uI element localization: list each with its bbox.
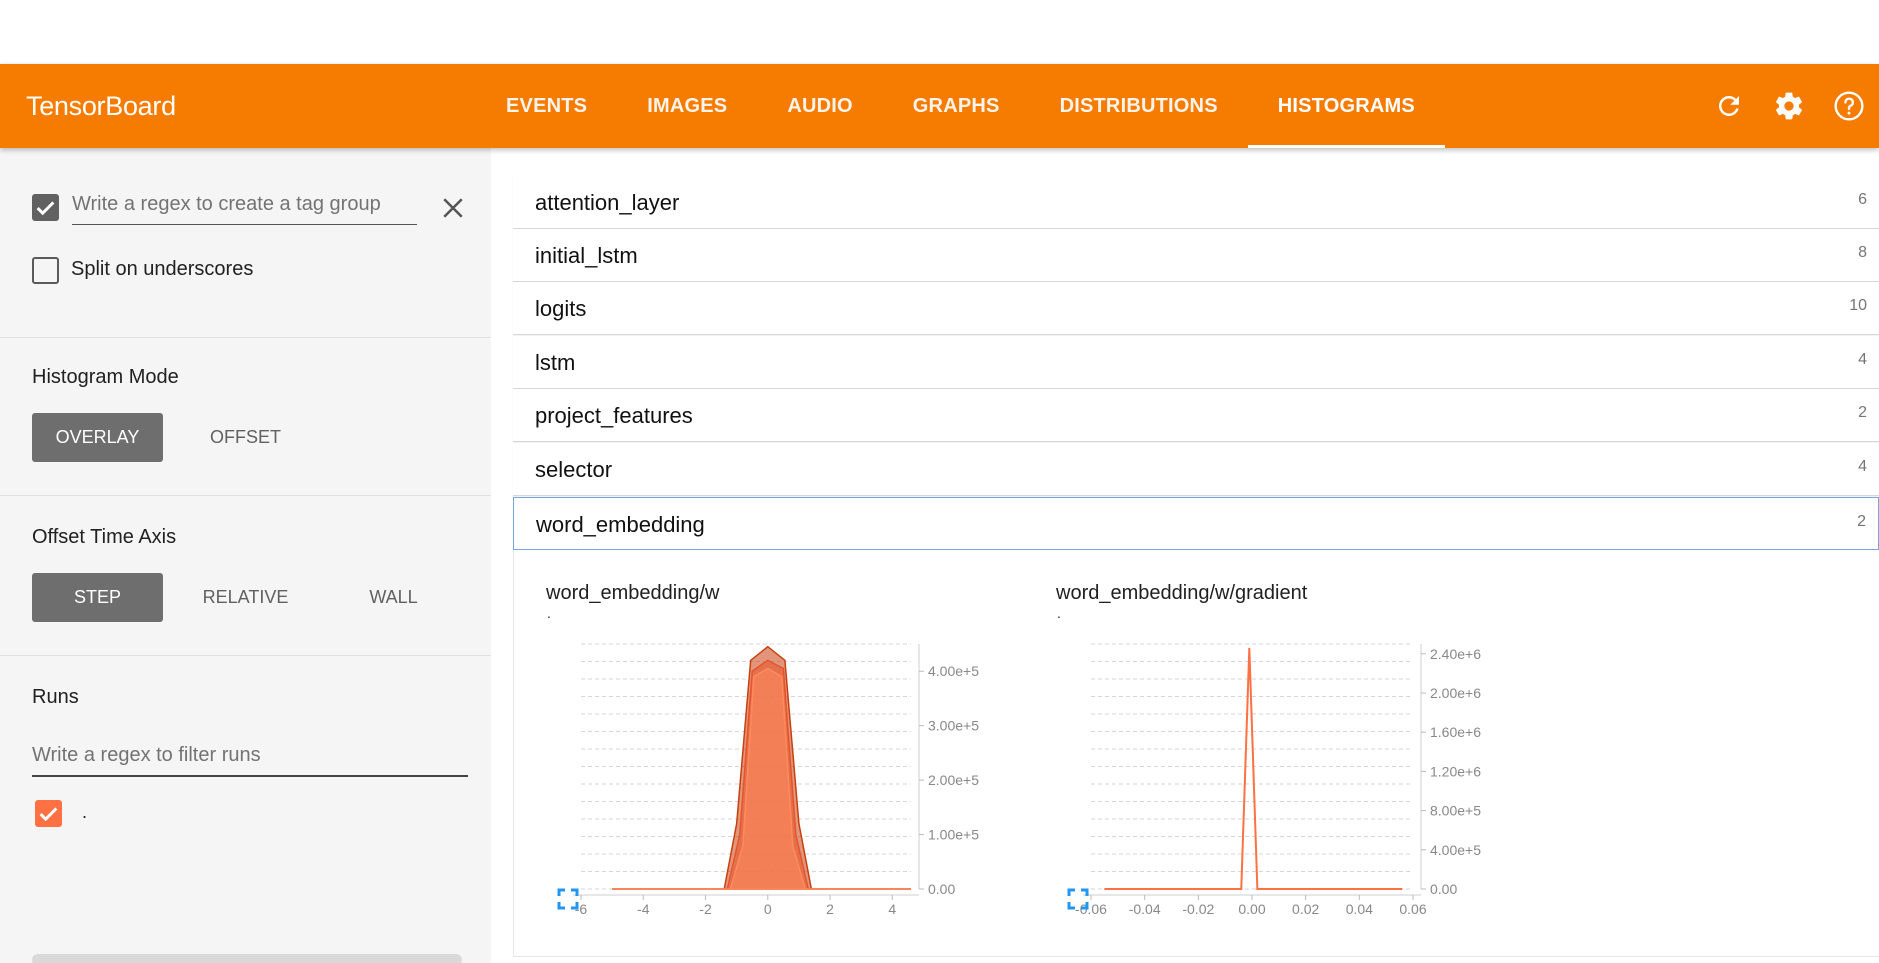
refresh-icon[interactable] <box>1699 64 1759 148</box>
relative-button[interactable]: RELATIVE <box>180 573 311 622</box>
x-tick-label: -0.02 <box>1182 901 1214 917</box>
tag-regex-input[interactable]: Write a regex to create a tag group <box>72 193 417 225</box>
category-lstm[interactable]: lstm 4 <box>513 336 1879 389</box>
tab-events[interactable]: EVENTS <box>476 64 617 148</box>
category-name: attention_layer <box>535 190 680 215</box>
offset-time-axis-section: Offset Time Axis STEP RELATIVE WALL <box>0 496 491 656</box>
check-icon <box>39 807 58 822</box>
sidebar-scrollbar[interactable] <box>32 954 462 963</box>
run-name: . <box>82 802 88 822</box>
tab-audio[interactable]: AUDIO <box>757 64 882 148</box>
tab-images[interactable]: IMAGES <box>617 64 757 148</box>
tag-regex-checkbox[interactable] <box>32 194 59 221</box>
y-tick-label: 4.00e+5 <box>1430 842 1481 858</box>
category-count: 6 <box>1858 191 1867 208</box>
expand-icon[interactable] <box>1067 888 1089 910</box>
sidebar: Write a regex to create a tag group Spli… <box>0 148 491 963</box>
category-count: 10 <box>1849 297 1867 314</box>
overlay-button[interactable]: OVERLAY <box>32 413 163 462</box>
y-tick-label: 1.20e+6 <box>1430 763 1481 779</box>
category-count: 2 <box>1858 404 1867 421</box>
category-count: 4 <box>1858 458 1867 475</box>
toolbar-actions <box>1699 64 1879 148</box>
offset-time-axis-label: Offset Time Axis <box>32 526 177 548</box>
run-checkbox[interactable] <box>35 800 62 827</box>
runs-label: Runs <box>32 686 79 708</box>
x-tick-label: 0.00 <box>1238 901 1265 917</box>
y-tick-label: 2.40e+6 <box>1430 646 1481 662</box>
category-name: selector <box>535 457 613 482</box>
runs-section: Runs Write a regex to filter runs . <box>0 656 491 963</box>
tab-distributions[interactable]: DISTRIBUTIONS <box>1030 64 1248 148</box>
split-underscores-label: Split on underscores <box>71 258 254 280</box>
y-tick-label: 1.60e+6 <box>1430 724 1481 740</box>
category-name: word_embedding <box>536 512 705 537</box>
category-name: project_features <box>535 403 693 428</box>
y-tick-label: 2.00e+6 <box>1430 685 1481 701</box>
offset-button[interactable]: OFFSET <box>180 413 311 462</box>
app-title[interactable]: TensorBoard <box>26 64 176 148</box>
split-underscores-checkbox[interactable] <box>32 257 59 284</box>
x-tick-label: 0.06 <box>1399 901 1426 917</box>
x-tick-label: 0.02 <box>1292 901 1319 917</box>
tab-bar: EVENTS IMAGES AUDIO GRAPHS DISTRIBUTIONS… <box>476 64 1446 148</box>
histogram-mode-label: Histogram Mode <box>32 366 179 388</box>
y-tick-label: 0.00 <box>1430 881 1457 897</box>
y-tick-label: 8.00e+5 <box>1430 803 1481 819</box>
category-name: lstm <box>535 350 576 375</box>
category-name: initial_lstm <box>535 243 638 268</box>
step-button[interactable]: STEP <box>32 573 163 622</box>
histogram-chart-w-gradient[interactable]: 0.00 4.00e+5 8.00e+5 1.20e+6 1.60e+6 2.00e+6 2… <box>514 550 1879 957</box>
category-logits[interactable]: logits 10 <box>513 282 1879 335</box>
close-icon[interactable] <box>438 193 468 223</box>
settings-icon[interactable] <box>1759 64 1819 148</box>
category-word-embedding[interactable]: word_embedding 2 <box>513 497 1879 550</box>
category-count: 2 <box>1857 513 1866 530</box>
category-selector[interactable]: selector 4 <box>513 443 1879 496</box>
tab-histograms[interactable]: HISTOGRAMS <box>1247 64 1446 148</box>
histogram-pane: word_embedding/w . 0.00 1.00e+5 2.00e+5 3.0… <box>513 550 1879 957</box>
category-name: logits <box>535 296 587 321</box>
tag-group-section: Write a regex to create a tag group Spli… <box>0 148 491 338</box>
help-icon[interactable] <box>1819 64 1879 148</box>
category-attention-layer[interactable]: attention_layer 6 <box>513 176 1879 229</box>
runs-filter-input[interactable]: Write a regex to filter runs <box>32 744 468 777</box>
histogram-series <box>1104 647 1403 890</box>
category-count: 4 <box>1858 351 1867 368</box>
x-tick-label: 0.04 <box>1346 901 1373 917</box>
category-count: 8 <box>1858 244 1867 261</box>
top-toolbar: TensorBoard EVENTS IMAGES AUDIO GRAPHS D… <box>0 64 1879 148</box>
histogram-mode-section: Histogram Mode OVERLAY OFFSET <box>0 338 491 496</box>
x-tick-label: -0.04 <box>1129 901 1161 917</box>
category-initial-lstm[interactable]: initial_lstm 8 <box>513 229 1879 282</box>
check-icon <box>36 201 55 216</box>
tab-graphs[interactable]: GRAPHS <box>883 64 1030 148</box>
category-project-features[interactable]: project_features 2 <box>513 389 1879 442</box>
wall-button[interactable]: WALL <box>328 573 459 622</box>
